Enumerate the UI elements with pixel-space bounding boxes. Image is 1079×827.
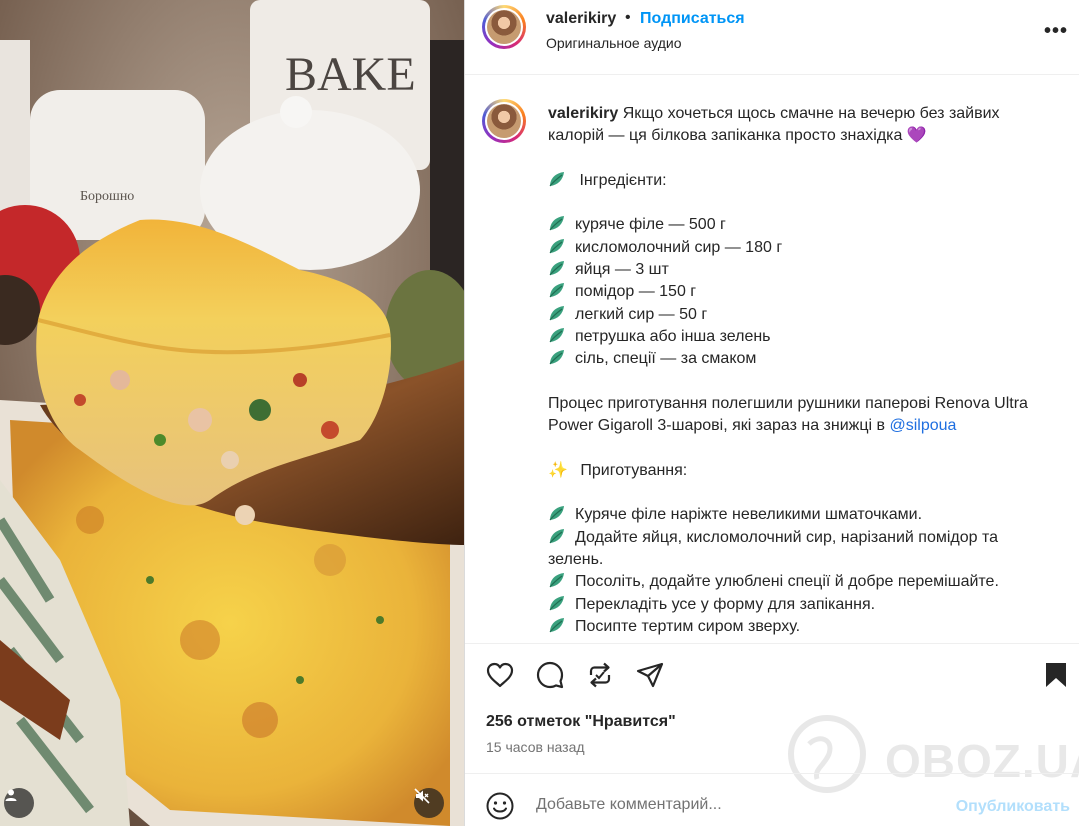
sparkle-emoji: ✨ bbox=[548, 461, 568, 479]
steps-list: Куряче філе наріжте невеликими шматочкам… bbox=[548, 504, 1048, 638]
step-item-text: Посипте тертим сиром зверху. bbox=[575, 617, 801, 635]
ingredient-item-text: сіль, спеції — за смаком bbox=[575, 350, 757, 368]
step-item: Додайте яйця, кисломолочний сир, нарізан… bbox=[548, 527, 1048, 572]
leaf-icon bbox=[549, 350, 564, 365]
leaf-icon bbox=[549, 261, 564, 276]
ingredients-heading: Інгредієнти: bbox=[548, 170, 1048, 192]
comment-input[interactable] bbox=[536, 796, 936, 814]
leaf-icon bbox=[549, 171, 564, 187]
share-button[interactable] bbox=[635, 660, 665, 690]
leaf-icon bbox=[549, 283, 564, 298]
user-icon bbox=[5, 789, 17, 801]
audio-link[interactable]: Оригинальное аудио bbox=[546, 35, 682, 51]
ingredient-item: сіль, спеції — за смаком bbox=[548, 348, 1048, 370]
likes-count[interactable]: 256 отметок "Нравится" bbox=[486, 713, 676, 731]
ingredient-item: помідор — 150 г bbox=[548, 281, 1048, 303]
step-item: Куряче філе наріжте невеликими шматочкам… bbox=[548, 504, 1048, 526]
ingredient-item-text: куряче філе — 500 г bbox=[575, 216, 726, 234]
comment-button[interactable] bbox=[535, 660, 565, 690]
step-item-text: Перекладіть усе у форму для запікання. bbox=[575, 595, 876, 613]
leaf-icon bbox=[549, 573, 564, 588]
comment-bar: Опубликовать bbox=[465, 773, 1079, 827]
leaf-icon bbox=[549, 305, 564, 321]
jar-label: BAKE bbox=[285, 48, 416, 101]
more-options-button[interactable]: ••• bbox=[1044, 20, 1068, 43]
comment-icon bbox=[536, 661, 564, 689]
cooking-title: Приготування: bbox=[580, 461, 688, 479]
step-item: Посипте тертим сиром зверху. bbox=[548, 616, 1048, 638]
leaf-icon bbox=[549, 327, 564, 343]
caption-text: valerikiry Якщо хочеться щось смачне на … bbox=[548, 103, 1048, 638]
speaker-muted-icon bbox=[414, 788, 430, 804]
post-time[interactable]: 15 часов назад bbox=[486, 739, 585, 755]
action-bar bbox=[465, 643, 1079, 704]
ingredient-item: куряче філе — 500 г bbox=[548, 214, 1048, 236]
purple-heart-emoji: 💜 bbox=[906, 127, 927, 145]
post-media[interactable]: BAKE Борошно bbox=[0, 0, 464, 826]
ingredient-item-text: легкий сир — 50 г bbox=[575, 305, 708, 323]
cooking-heading: ✨ Приготування: bbox=[548, 460, 1048, 482]
ingredients-title: Інгредієнти: bbox=[579, 171, 667, 189]
leaf-icon bbox=[549, 238, 564, 254]
caption-scroll-area[interactable]: valerikiry Якщо хочеться щось смачне на … bbox=[465, 75, 1079, 642]
food-photo: BAKE Борошно bbox=[0, 0, 464, 826]
leaf-icon bbox=[549, 528, 564, 544]
bookmark-icon bbox=[1046, 663, 1066, 687]
step-item-text: Куряче філе наріжте невеликими шматочкам… bbox=[575, 506, 923, 524]
emoji-icon[interactable] bbox=[485, 791, 515, 821]
ingredient-item-text: кисломолочний сир — 180 г bbox=[575, 238, 783, 256]
post-header: valerikiry • Подписаться Оригинальное ау… bbox=[465, 0, 1079, 75]
leaf-icon bbox=[549, 216, 564, 231]
share-icon bbox=[636, 662, 664, 688]
leaf-icon bbox=[549, 506, 564, 521]
tagged-users-button[interactable] bbox=[4, 788, 34, 818]
caption-avatar[interactable] bbox=[482, 99, 526, 143]
separator-dot: • bbox=[625, 9, 631, 26]
follow-button[interactable]: Подписаться bbox=[640, 10, 745, 28]
repost-button[interactable] bbox=[585, 660, 615, 690]
ingredient-item: кисломолочний сир — 180 г bbox=[548, 237, 1048, 259]
heart-icon bbox=[486, 662, 514, 688]
post-sidebar: valerikiry • Подписаться Оригинальное ау… bbox=[464, 0, 1079, 826]
ingredients-list: куряче філе — 500 г кисломолочний сир — 1… bbox=[548, 214, 1048, 370]
leaf-icon bbox=[549, 617, 564, 633]
mention-link[interactable]: @silpoua bbox=[889, 417, 956, 434]
step-item: Перекладіть усе у форму для запікання. bbox=[548, 594, 1048, 616]
ingredient-item-text: помідор — 150 г bbox=[575, 283, 697, 301]
step-item-text: Додайте яйця, кисломолочний сир, нарізан… bbox=[548, 528, 999, 568]
ingredient-item-text: яйця — 3 шт bbox=[575, 261, 669, 279]
caption-intro: valerikiry Якщо хочеться щось смачне на … bbox=[548, 103, 1048, 148]
repost-icon bbox=[589, 662, 611, 688]
ingredient-item: легкий сир — 50 г bbox=[548, 304, 1048, 326]
caption-username[interactable]: valerikiry bbox=[548, 105, 618, 122]
leaf-icon bbox=[549, 595, 564, 610]
ingredient-item-text: петрушка або інша зелень bbox=[575, 327, 771, 345]
step-item-text: Посоліть, додайте улюблені спеції й добр… bbox=[575, 573, 999, 591]
avatar[interactable] bbox=[482, 5, 526, 49]
save-button[interactable] bbox=[1041, 660, 1071, 690]
ingredient-item: петрушка або інша зелень bbox=[548, 326, 1048, 348]
like-button[interactable] bbox=[485, 660, 515, 690]
mute-button[interactable] bbox=[414, 788, 444, 818]
ingredient-item: яйця — 3 шт bbox=[548, 259, 1048, 281]
post-comment-button[interactable]: Опубликовать bbox=[956, 798, 1070, 816]
author-username[interactable]: valerikiry bbox=[546, 10, 616, 28]
step-item: Посоліть, додайте улюблені спеції й добр… bbox=[548, 571, 1048, 593]
crock-label: Борошно bbox=[80, 189, 134, 204]
process-paragraph: Процес приготування полегшили рушники па… bbox=[548, 393, 1048, 438]
